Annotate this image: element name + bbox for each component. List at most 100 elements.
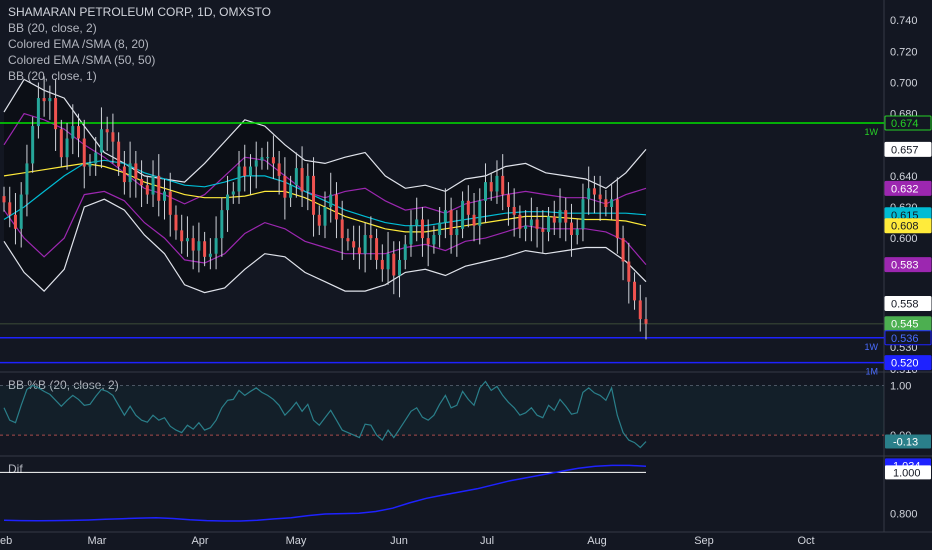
candle-body — [512, 207, 516, 215]
candle-body — [443, 210, 447, 223]
candle-body — [271, 157, 275, 164]
candle-body — [99, 129, 103, 153]
candle-body — [363, 235, 367, 254]
candle-body — [226, 194, 230, 211]
candle-body — [134, 163, 138, 179]
candle-body — [71, 126, 75, 139]
bollinger-band-fill — [4, 79, 646, 293]
candle-body — [449, 210, 453, 236]
candle-body — [409, 225, 413, 245]
candle-body — [461, 200, 465, 229]
candle-body — [403, 244, 407, 260]
candle-body — [484, 182, 487, 201]
candle-body — [59, 129, 63, 158]
candle-body — [2, 196, 6, 203]
candle-body — [346, 238, 350, 242]
candle-body — [254, 160, 258, 167]
time-tick-label: Aug — [587, 535, 607, 547]
candle-body — [329, 194, 333, 208]
candle-body — [644, 319, 648, 324]
price-tag-label: 0.674 — [891, 118, 919, 130]
candle-body — [334, 194, 338, 220]
candle-body — [42, 98, 46, 102]
time-tick-label: Jun — [390, 535, 408, 547]
candle-body — [88, 163, 92, 167]
price-tick-label: 0.700 — [890, 77, 918, 89]
candle-body — [300, 168, 304, 192]
candle-body — [541, 228, 545, 232]
candle-body — [564, 210, 568, 223]
candle-body — [489, 182, 493, 192]
candle-body — [266, 157, 270, 159]
chart-canvas[interactable]: 1W1W1M0.7400.7200.7000.6800.6570.6400.62… — [0, 0, 932, 550]
price-tag-label: 0.632 — [891, 183, 919, 195]
candle-body — [122, 166, 126, 183]
candle-body — [82, 138, 86, 167]
price-tag-label: 0.583 — [891, 260, 919, 272]
horizontal-level-label: 1W — [865, 342, 879, 352]
candle-body — [615, 199, 619, 239]
price-tick-label: 0.740 — [890, 15, 918, 27]
candle-body — [415, 219, 419, 226]
candle-body — [581, 199, 585, 229]
candle-body — [558, 210, 562, 223]
candle-body — [77, 126, 81, 139]
candle-body — [501, 175, 505, 195]
candle-body — [260, 157, 264, 161]
candle-body — [180, 230, 184, 242]
candle-body — [65, 138, 69, 158]
dif-value-label: 1.000 — [893, 467, 921, 479]
candle-body — [220, 210, 224, 239]
candle-body — [48, 98, 52, 102]
candle-body — [478, 200, 482, 226]
candle-body — [575, 228, 579, 236]
candle-body — [248, 166, 252, 176]
candle-body — [592, 188, 596, 195]
candle-body — [197, 241, 201, 251]
candle-body — [472, 214, 476, 226]
candle-body — [203, 241, 207, 257]
candle-body — [163, 191, 166, 201]
candle-body — [117, 141, 121, 167]
candle-body — [157, 175, 161, 201]
candle-body — [208, 253, 212, 257]
candle-body — [638, 300, 642, 320]
time-tick-label: Sep — [694, 535, 714, 547]
candle-body — [283, 175, 287, 198]
candle-body — [569, 222, 573, 236]
candle-body — [455, 228, 459, 236]
candle-body — [340, 219, 344, 239]
candle-body — [94, 152, 98, 164]
candle-body — [398, 259, 402, 276]
candle-body — [587, 188, 591, 200]
candle-body — [243, 166, 247, 176]
horizontal-level-label: 1M — [865, 367, 878, 377]
candle-body — [31, 126, 35, 164]
price-tag-label: 0.608 — [891, 221, 919, 233]
dif-line — [3, 464, 647, 522]
candle-body — [36, 98, 40, 127]
candle-body — [633, 281, 637, 301]
price-tick-label: 0.720 — [890, 46, 918, 58]
candle-body — [426, 238, 430, 245]
candle-body — [621, 238, 625, 262]
price-tag-label: 0.545 — [891, 319, 919, 331]
candle-body — [191, 238, 195, 251]
candle-body — [495, 175, 499, 192]
candle-body — [375, 238, 379, 260]
candle-body — [289, 185, 293, 198]
candle-body — [111, 132, 115, 142]
price-tag-label: 0.520 — [891, 358, 919, 370]
candle-body — [168, 191, 172, 215]
candle-body — [231, 191, 235, 195]
candle-body — [13, 214, 17, 229]
candle-body — [380, 259, 384, 270]
candle-body — [19, 194, 23, 229]
dif-tick-label: 0.800 — [890, 509, 918, 521]
candle-body — [105, 129, 109, 133]
time-tick-label: Oct — [797, 535, 814, 547]
time-tick-label: eb — [0, 535, 12, 547]
candle-body — [306, 175, 310, 192]
candle-body — [25, 163, 29, 195]
candle-body — [145, 185, 149, 195]
